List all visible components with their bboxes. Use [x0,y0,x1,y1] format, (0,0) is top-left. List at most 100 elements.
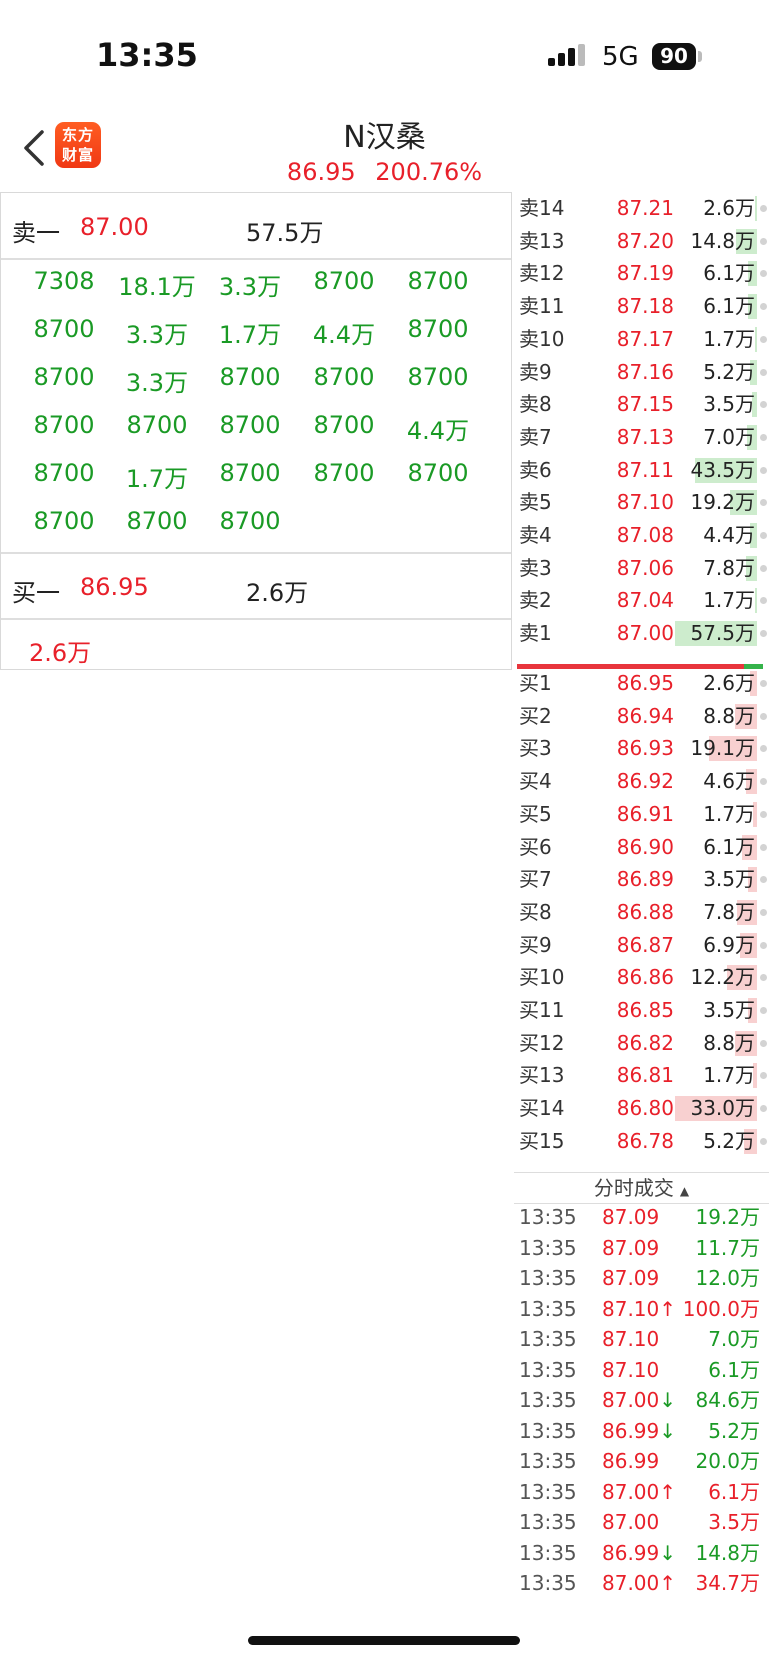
ask-level-row[interactable]: 卖14 87.21 2.6万 [514,192,769,225]
bid-level-row[interactable]: 买4 86.92 4.6万 [514,765,769,798]
level-volume: 3.5万 [703,998,755,1022]
level-volume: 4.4万 [703,523,755,547]
divider [1,552,511,554]
queue-order-volume: 4.4万 [312,321,376,349]
trade-row: 13:35 87.10↑ 100.0万 [514,1294,769,1324]
ask-level-row[interactable]: 卖1 87.00 57.5万 [514,617,769,650]
queue-order-volume: 8700 [219,363,281,391]
dot-icon [760,843,767,851]
home-indicator[interactable] [248,1636,520,1645]
level-volume: 8.8万 [703,1030,755,1055]
level-price: 87.16 [616,359,674,384]
ask-level-row[interactable]: 卖8 87.15 3.5万 [514,388,769,421]
level-price: 87.13 [616,424,674,449]
trade-price: 87.09 [602,1235,660,1260]
ask-level-row[interactable]: 卖12 87.19 6.1万 [514,257,769,290]
ask-level-row[interactable]: 卖4 87.08 4.4万 [514,519,769,552]
trade-time: 13:35 [519,1235,577,1260]
stock-title: N汉桑 [0,112,769,156]
level-name: 卖1 [519,621,552,646]
trade-row: 13:35 87.00↑ 6.1万 [514,1477,769,1507]
level-name: 买14 [519,1096,565,1121]
bid-level-row[interactable]: 买5 86.91 1.7万 [514,798,769,831]
trades-toggle[interactable]: 分时成交 ▲ [514,1172,769,1204]
level-name: 买5 [519,801,552,826]
cellular-signal-icon [548,44,585,66]
level-price: 87.00 [616,621,674,646]
buy-queue-volume: 2.6万 [29,639,92,667]
queue-order-volume: 8700 [313,411,375,439]
queue-order-volume: 8700 [33,459,95,487]
level-volume: 7.8万 [703,899,755,924]
queue-order-volume: 18.1万 [118,273,196,301]
level-price: 87.18 [616,294,674,319]
trade-price: 87.00 [602,1510,660,1534]
trade-row: 13:35 86.99 20.0万 [514,1446,769,1476]
ask-level-row[interactable]: 卖13 87.20 14.8万 [514,225,769,258]
bid-level-row[interactable]: 买11 86.85 3.5万 [514,994,769,1027]
level-name: 买15 [519,1128,565,1153]
level-price: 87.11 [616,457,674,482]
dot-icon [760,368,767,376]
trade-volume: 5.2万 [708,1418,760,1443]
trade-price: 86.99↓ [602,1540,677,1565]
buy-one-volume: 2.6万 [246,579,309,607]
queue-order-volume: 8700 [219,411,281,439]
level-name: 买3 [519,736,552,761]
bid-level-row[interactable]: 买9 86.87 6.9万 [514,929,769,962]
queue-order-volume: 8700 [407,459,469,487]
bid-level-row[interactable]: 买3 86.93 19.1万 [514,732,769,765]
level-name: 卖5 [519,490,552,515]
level-name: 买12 [519,1030,565,1055]
level-name: 买13 [519,1063,565,1088]
queue-order-volume: 8700 [407,267,469,295]
level-volume: 1.7万 [703,326,755,351]
bid-level-row[interactable]: 买12 86.82 8.8万 [514,1027,769,1060]
bid-level-row[interactable]: 买7 86.89 3.5万 [514,863,769,896]
ask-level-row[interactable]: 卖10 87.17 1.7万 [514,323,769,356]
bid-level-row[interactable]: 买1 86.95 2.6万 [514,667,769,700]
dot-icon [760,680,767,687]
bid-level-row[interactable]: 买8 86.88 7.8万 [514,896,769,929]
queue-order-volume: 1.7万 [125,465,189,493]
ask-level-row[interactable]: 卖11 87.18 6.1万 [514,290,769,323]
bid-level-row[interactable]: 买15 86.78 5.2万 [514,1125,769,1158]
queue-order-volume: 8700 [313,363,375,391]
ask-level-row[interactable]: 卖5 87.10 19.2万 [514,486,769,519]
dot-icon [760,712,767,720]
bid-level-row[interactable]: 买2 86.94 8.8万 [514,700,769,733]
trade-volume: 11.7万 [695,1235,760,1260]
trade-row: 13:35 87.09 11.7万 [514,1233,769,1263]
ask-level-row[interactable]: 卖7 87.13 7.0万 [514,421,769,454]
bid-level-row[interactable]: 买13 86.81 1.7万 [514,1059,769,1092]
ask-level-row[interactable]: 卖6 87.11 43.5万 [514,454,769,487]
ask-level-row[interactable]: 卖2 87.04 1.7万 [514,584,769,617]
ask-level-row[interactable]: 卖3 87.06 7.8万 [514,552,769,585]
dot-icon [760,876,767,884]
order-queue-grid: 7308 18.1万 3.3万 8700 8700 8700 3.3万 1.7万 4.4万 870… [1,257,511,547]
change-percent: 200.76% [375,158,483,186]
queue-order-volume: 8700 [313,267,375,295]
level-name: 买9 [519,932,552,957]
level-volume: 57.5万 [690,621,755,646]
level-volume: 6.9万 [703,932,755,957]
level-price: 86.94 [616,703,674,728]
trade-row: 13:35 87.00↓ 84.6万 [514,1385,769,1415]
trade-price: 86.99↓ [602,1418,677,1443]
bid-level-row[interactable]: 买6 86.90 6.1万 [514,831,769,864]
bid-level-row[interactable]: 买14 86.80 33.0万 [514,1092,769,1125]
queue-order-volume: 8700 [33,507,95,535]
level-volume: 7.8万 [703,555,755,580]
trade-volume: 34.7万 [695,1571,760,1595]
level-name: 买1 [519,671,552,695]
ask-level-row[interactable]: 卖9 87.16 5.2万 [514,356,769,389]
level-price: 87.08 [616,523,674,547]
level-volume: 2.6万 [703,671,755,695]
bid-level-row[interactable]: 买10 86.86 12.2万 [514,961,769,994]
trade-price: 87.00↑ [602,1479,677,1504]
trade-time: 13:35 [519,1296,577,1321]
trade-time: 13:35 [519,1479,577,1504]
level-name: 卖11 [519,294,565,319]
battery-tip [698,51,702,62]
buy-one-label: 买一 [12,579,60,607]
